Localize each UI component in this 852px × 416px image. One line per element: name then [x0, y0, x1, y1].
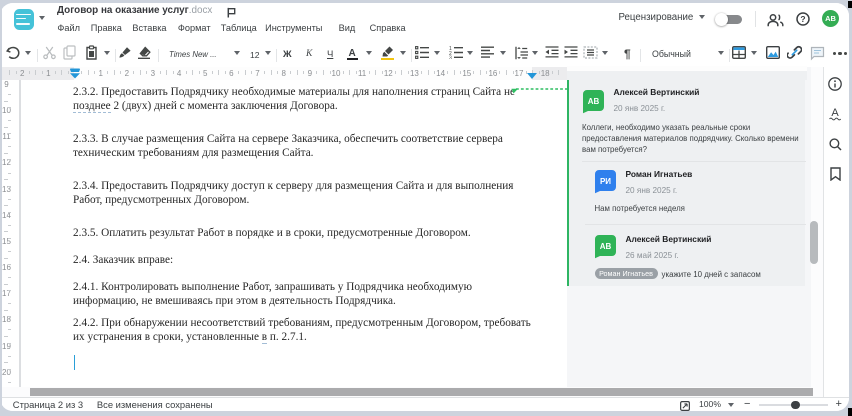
- svg-text:АВ: АВ: [599, 242, 611, 251]
- svg-text:РИ: РИ: [599, 177, 610, 186]
- svg-text:3: 3: [449, 56, 452, 60]
- svg-text:АВ: АВ: [588, 97, 600, 106]
- svg-text:А: А: [831, 107, 839, 119]
- svg-text:?: ?: [800, 14, 805, 24]
